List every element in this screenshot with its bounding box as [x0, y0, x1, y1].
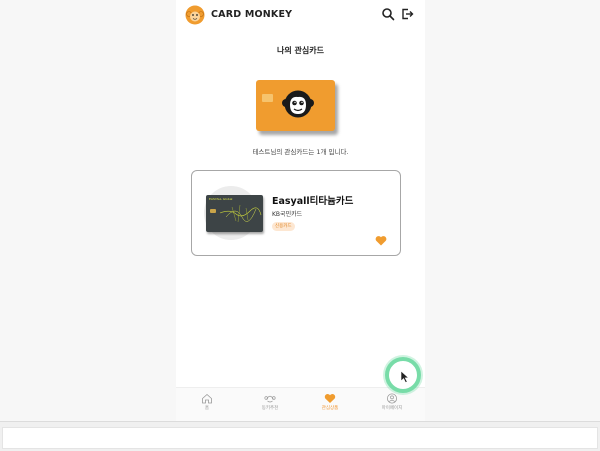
card-thumbnail: EASYALL Global [206, 195, 263, 232]
heart-icon [324, 394, 336, 403]
nav-label: 마이페이지 [381, 406, 403, 411]
nav-label: 홈 [204, 406, 210, 411]
monkey-face-icon [282, 90, 314, 118]
heart-icon[interactable] [375, 235, 387, 246]
hero-card-image [256, 80, 335, 131]
nav-item-mypage[interactable]: 마이페이지 [368, 391, 416, 419]
nav-item-favorites[interactable]: 관심상품 [306, 391, 354, 419]
nav-label: 관심상품 [321, 406, 339, 411]
bottom-navigation: 홈 동키추천 관심상품 마이페이지 [176, 387, 425, 421]
search-icon[interactable] [381, 7, 395, 21]
user-icon [387, 393, 397, 404]
monkey-logo-icon [185, 5, 205, 25]
card-name: Easyall티타늄카드 [272, 196, 354, 207]
text-input-area[interactable] [2, 427, 598, 449]
brand-name: CARD MONKEY [211, 9, 293, 20]
nav-label: 동키추천 [261, 406, 279, 411]
card-issuer: KB국민카드 [272, 211, 303, 218]
favorite-count-text: 테스트님의 관심카드는 1개 입니다. [252, 148, 349, 156]
card-type-badge: 신용카드 [272, 222, 295, 231]
logout-icon[interactable] [400, 7, 414, 21]
nav-item-home[interactable]: 홈 [183, 391, 231, 419]
home-icon [202, 393, 212, 404]
mouse-cursor-icon [400, 370, 410, 384]
bottom-bar [0, 421, 600, 451]
monkey-icon [264, 395, 276, 403]
card-pattern [219, 204, 262, 223]
card-chip [262, 94, 273, 102]
app-header: CARD MONKEY [176, 0, 425, 30]
nav-item-recommend[interactable]: 동키추천 [246, 391, 294, 419]
app-screen: CARD MONKEY 나의 관심카드 테스트님의 관심카드는 1개 입니다. [176, 0, 425, 421]
page-title: 나의 관심카드 [277, 46, 324, 55]
favorite-card-item[interactable]: EASYALL Global Easyall티타늄카드 KB국민카드 신용카드 [191, 170, 401, 256]
